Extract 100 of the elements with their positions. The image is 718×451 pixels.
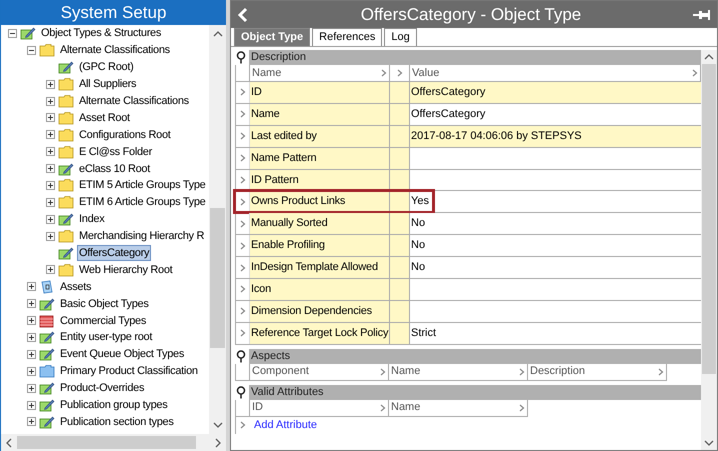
pencil-box-icon <box>58 162 74 176</box>
vertical-scrollbar[interactable] <box>701 50 717 450</box>
column-header[interactable]: Value <box>410 65 701 82</box>
scroll-down-icon[interactable] <box>704 440 714 446</box>
tree-item[interactable]: Commercial Types <box>58 312 148 329</box>
scroll-up-icon[interactable] <box>704 54 714 60</box>
expand-icon[interactable] <box>27 350 36 359</box>
tree-item[interactable]: Asset Root <box>77 110 132 126</box>
expand-icon[interactable] <box>46 96 55 106</box>
tree-item[interactable]: Assets <box>58 278 94 295</box>
document-icon <box>39 280 55 294</box>
property-name: ID Pattern <box>250 170 390 190</box>
tree-item[interactable]: Product-Overrides <box>58 380 146 396</box>
table-cell <box>390 191 410 212</box>
tree-item[interactable]: Merchandising Hierarchy R <box>77 228 206 244</box>
column-header[interactable]: Component <box>250 364 389 381</box>
tree-item[interactable]: Entity user-type root <box>58 329 154 346</box>
tree-item[interactable]: Basic Object Types <box>58 296 151 312</box>
property-name: ID <box>250 82 390 103</box>
tree-item[interactable]: Primary Product Classification <box>58 363 200 380</box>
tree-item[interactable]: Configurations Root <box>77 126 173 143</box>
expand-icon[interactable] <box>46 113 55 122</box>
folder-icon <box>58 94 74 108</box>
expand-icon[interactable] <box>46 214 55 224</box>
tree-item[interactable]: Web Hierarchy Root <box>77 262 174 278</box>
expand-icon[interactable] <box>46 147 55 156</box>
sort-icon <box>692 69 698 77</box>
scroll-right-icon[interactable] <box>215 438 221 448</box>
expand-icon[interactable] <box>46 265 55 274</box>
tree-item[interactable]: Event Queue Object Types <box>58 346 186 362</box>
tree-item[interactable]: Publication group types <box>58 397 170 414</box>
tree-item[interactable]: eClass 10 Root <box>77 160 152 177</box>
expand-icon[interactable] <box>46 164 55 174</box>
tab[interactable]: Object Type <box>234 28 310 46</box>
tab[interactable]: Log <box>384 28 417 46</box>
tree-item[interactable]: Alternate Classifications <box>77 93 191 109</box>
collapse-icon[interactable] <box>8 28 17 38</box>
pencil-box-icon <box>20 26 36 40</box>
expand-icon[interactable] <box>27 400 36 410</box>
tree-item[interactable]: Publication section types <box>58 414 176 430</box>
property-name: Dimension Dependencies <box>250 300 390 322</box>
tab[interactable]: References <box>312 28 382 46</box>
expand-icon[interactable] <box>27 384 36 393</box>
tree-item[interactable]: ETIM 6 Article Groups Type <box>77 194 208 210</box>
tree-item[interactable]: E Cl@ss Folder <box>77 144 154 160</box>
expand-icon <box>240 176 246 184</box>
sort-icon <box>396 69 402 77</box>
window-title: OffersCategory - Object Type <box>360 4 582 26</box>
expand-icon <box>240 220 246 228</box>
horizontal-scrollbar[interactable] <box>1 434 226 451</box>
expand-icon[interactable] <box>27 417 36 426</box>
collapse-icon[interactable] <box>27 46 36 55</box>
scroll-down-icon[interactable] <box>212 422 222 428</box>
column-header[interactable]: Name <box>250 65 390 82</box>
expand-icon[interactable] <box>27 316 36 326</box>
pin-icon[interactable] <box>235 51 247 64</box>
expand-icon <box>240 421 246 430</box>
add-attribute-link[interactable]: Add Attribute <box>250 416 317 434</box>
column-header[interactable]: Name <box>389 364 528 381</box>
column-header[interactable]: ID <box>250 400 389 417</box>
scroll-up-icon[interactable] <box>212 31 222 37</box>
column-header[interactable]: Name <box>389 400 528 417</box>
expand-icon[interactable] <box>46 130 55 140</box>
back-icon[interactable] <box>237 6 249 22</box>
expand-icon[interactable] <box>46 232 55 241</box>
pin-icon[interactable] <box>235 386 247 399</box>
tree-item[interactable]: ETIM 5 Article Groups Type <box>77 177 208 194</box>
sort-icon <box>519 404 525 412</box>
tree-item[interactable]: Alternate Classifications <box>58 42 172 58</box>
property-name: Last edited by <box>250 126 390 147</box>
expand-icon[interactable] <box>27 282 36 292</box>
expand-icon <box>240 329 246 338</box>
tree-item[interactable]: OffersCategory <box>77 245 152 262</box>
property-value: 2017-08-17 04:06:06 by STEPSYS <box>410 126 701 147</box>
column-header[interactable]: Description <box>528 364 667 381</box>
expand-icon[interactable] <box>46 80 55 89</box>
expand-icon[interactable] <box>46 198 55 207</box>
folder-icon <box>58 144 74 159</box>
sort-icon <box>658 368 664 376</box>
tree-item[interactable]: All Suppliers <box>77 76 138 92</box>
scroll-left-icon[interactable] <box>6 438 12 448</box>
expand-icon <box>240 285 246 294</box>
pencil-box-icon <box>39 347 55 362</box>
tree-item[interactable]: Object Types & Structures <box>39 25 164 42</box>
pencil-box-icon <box>39 414 55 429</box>
sort-icon <box>380 404 386 412</box>
expand-icon[interactable] <box>27 332 36 342</box>
expand-icon <box>240 110 246 118</box>
tree-item[interactable]: (GPC Root) <box>77 59 136 76</box>
vertical-scrollbar[interactable] <box>209 25 226 434</box>
property-name: InDesign Template Allowed <box>250 257 390 278</box>
expand-icon[interactable] <box>27 366 36 376</box>
expand-icon[interactable] <box>46 180 55 190</box>
expand-icon[interactable] <box>27 299 36 308</box>
tree-item[interactable]: Index <box>77 211 106 228</box>
pencil-box-icon <box>58 212 74 226</box>
pencil-box-icon <box>58 60 74 74</box>
pin-icon[interactable] <box>235 350 247 363</box>
folder-icon <box>39 364 55 378</box>
property-name: Reference Target Lock Policy <box>250 322 390 344</box>
